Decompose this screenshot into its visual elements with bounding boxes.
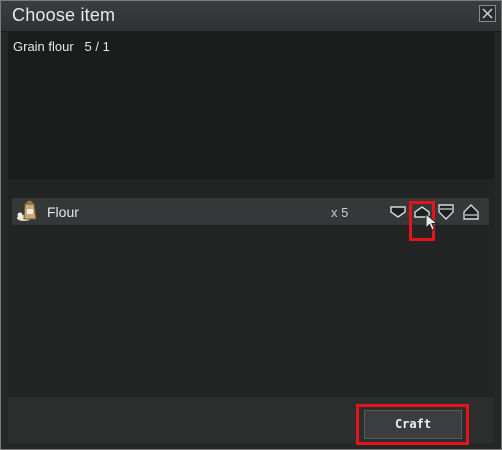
mouse-cursor-icon [425, 213, 439, 231]
craft-button[interactable]: Craft [364, 410, 462, 439]
window-title: Choose item [12, 5, 116, 25]
decrease-all-icon [438, 204, 454, 220]
increase-all-icon [463, 204, 479, 220]
window-titlebar[interactable]: Choose item [1, 1, 501, 32]
recipe-panel: Grain flour 5 / 1 [8, 31, 494, 179]
recipe-requirement: Grain flour 5 / 1 [13, 39, 110, 54]
decrease-one-button[interactable] [389, 202, 407, 222]
decrease-all-button[interactable] [437, 202, 455, 222]
list-item[interactable]: Flour x 5 [12, 198, 489, 241]
flour-sack-icon [17, 200, 37, 221]
item-count: x 5 [331, 205, 349, 220]
close-button[interactable] [479, 5, 496, 22]
close-icon [482, 8, 493, 19]
increase-all-button[interactable] [462, 202, 480, 222]
item-name: Flour [47, 204, 79, 220]
footer-bar: Craft [8, 397, 494, 445]
item-list: Flour x 5 [8, 179, 494, 397]
choose-item-window: Choose item Grain flour 5 / 1 Flour x 5 … [0, 0, 502, 450]
decrease-one-icon [390, 206, 406, 218]
window-body: Grain flour 5 / 1 Flour x 5 Craft [8, 31, 494, 445]
